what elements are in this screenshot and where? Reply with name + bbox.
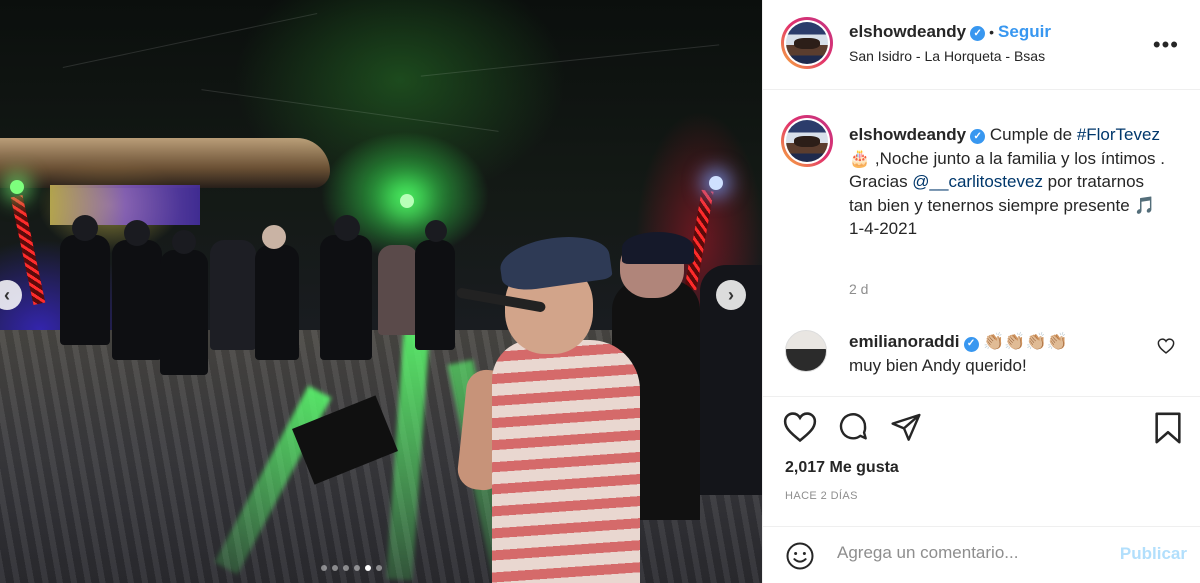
carousel-dot xyxy=(332,565,338,571)
carousel-dot xyxy=(321,565,327,571)
person-silhouette xyxy=(415,240,455,350)
chevron-left-icon: ‹ xyxy=(4,284,10,305)
bar-shelf xyxy=(50,185,200,225)
music-emoji: 🎵 xyxy=(1134,195,1156,215)
caption-author-avatar[interactable] xyxy=(781,115,833,167)
carousel-dot xyxy=(365,565,371,571)
person-head xyxy=(124,220,150,246)
author-username[interactable]: elshowdeandy xyxy=(849,22,966,41)
person-silhouette xyxy=(60,235,110,345)
ceiling-detail xyxy=(420,44,720,77)
carousel-indicator xyxy=(321,565,382,571)
caption-age: 2 d xyxy=(849,281,869,297)
post-timestamp: HACE 2 DÍAS xyxy=(785,490,858,502)
verified-badge-icon: ✓ xyxy=(970,26,986,41)
author-avatar[interactable] xyxy=(781,17,833,69)
caption-text-part: Cumple de xyxy=(985,125,1077,144)
more-options-icon[interactable]: ••• xyxy=(1153,34,1179,56)
cake-emoji: 🎂 xyxy=(849,148,871,168)
person-head xyxy=(262,225,286,249)
person-silhouette xyxy=(112,240,162,360)
comment-input[interactable] xyxy=(837,543,1107,563)
person-silhouette xyxy=(255,245,299,360)
verified-badge-icon: ✓ xyxy=(963,336,979,352)
carousel-next-button[interactable]: › xyxy=(716,280,746,310)
clap-emojis: 👏🏼👏🏼👏🏼👏🏼 xyxy=(983,332,1068,351)
hashtag-link[interactable]: #FlorTevez xyxy=(1077,125,1160,144)
carousel-dot xyxy=(354,565,360,571)
comment-icon[interactable] xyxy=(837,411,869,443)
stage-light xyxy=(400,194,414,208)
chevron-right-icon: › xyxy=(728,284,734,305)
verified-badge-icon: ✓ xyxy=(970,129,986,145)
person-silhouette xyxy=(378,245,418,335)
caption-text: elshowdeandy ✓ Cumple de #FlorTevez 🎂 ,No… xyxy=(849,123,1169,241)
comment-text: muy bien Andy querido! xyxy=(849,356,1027,375)
person-silhouette xyxy=(320,235,372,360)
bookmark-icon[interactable] xyxy=(1153,411,1183,445)
commenter-avatar[interactable] xyxy=(785,330,827,372)
stage-light xyxy=(709,176,723,190)
person-head xyxy=(334,215,360,241)
share-icon[interactable] xyxy=(890,411,922,443)
comment-item: emilianoraddi ✓ 👏🏼👏🏼👏🏼👏🏼 muy bien Andy qu… xyxy=(763,322,1200,382)
commenter-username[interactable]: emilianoraddi xyxy=(849,332,960,351)
person-head xyxy=(172,230,196,254)
mention-link[interactable]: @__carlitostevez xyxy=(912,172,1043,191)
add-comment-bar: Publicar xyxy=(763,526,1200,583)
post-side-panel: elshowdeandy ✓ • Seguir San Isidro - La Hor… xyxy=(762,0,1200,583)
caption-date: 1-4-2021 xyxy=(849,219,918,238)
post-header: elshowdeandy ✓ • Seguir San Isidro - La Hor… xyxy=(763,0,1200,90)
carousel-dot xyxy=(343,565,349,571)
post-actions: 2,017 Me gusta HACE 2 DÍAS xyxy=(763,396,1200,526)
stage-light xyxy=(10,180,24,194)
person-silhouette xyxy=(210,240,256,350)
person-head xyxy=(425,220,447,242)
follow-button[interactable]: Seguir xyxy=(998,22,1051,41)
ceiling-detail xyxy=(201,89,499,132)
comment-like-heart-icon[interactable] xyxy=(1157,338,1175,354)
avatar-image xyxy=(786,120,828,162)
cap xyxy=(622,232,694,264)
person-head xyxy=(72,215,98,241)
comment-text-block: emilianoraddi ✓ 👏🏼👏🏼👏🏼👏🏼 muy bien Andy qu… xyxy=(849,330,1068,378)
header-title-row: elshowdeandy ✓ • Seguir xyxy=(849,22,1051,42)
post-photo[interactable]: ‹ › xyxy=(0,0,762,583)
caption-username[interactable]: elshowdeandy xyxy=(849,125,966,144)
avatar-image xyxy=(786,22,828,64)
person-silhouette xyxy=(160,250,208,375)
carousel-dot xyxy=(376,565,382,571)
bar-counter xyxy=(0,138,330,188)
singer-cap xyxy=(497,230,613,294)
carousel-prev-button[interactable]: ‹ xyxy=(0,280,22,310)
separator-dot: • xyxy=(989,24,995,40)
ceiling-detail xyxy=(62,12,318,69)
publish-button[interactable]: Publicar xyxy=(1120,544,1187,564)
smile-icon[interactable] xyxy=(785,541,815,571)
likes-count[interactable]: 2,017 Me gusta xyxy=(785,459,899,477)
post-location[interactable]: San Isidro - La Horqueta - Bsas xyxy=(849,48,1045,64)
singer-shirt xyxy=(492,340,640,583)
heart-icon[interactable] xyxy=(783,411,817,443)
